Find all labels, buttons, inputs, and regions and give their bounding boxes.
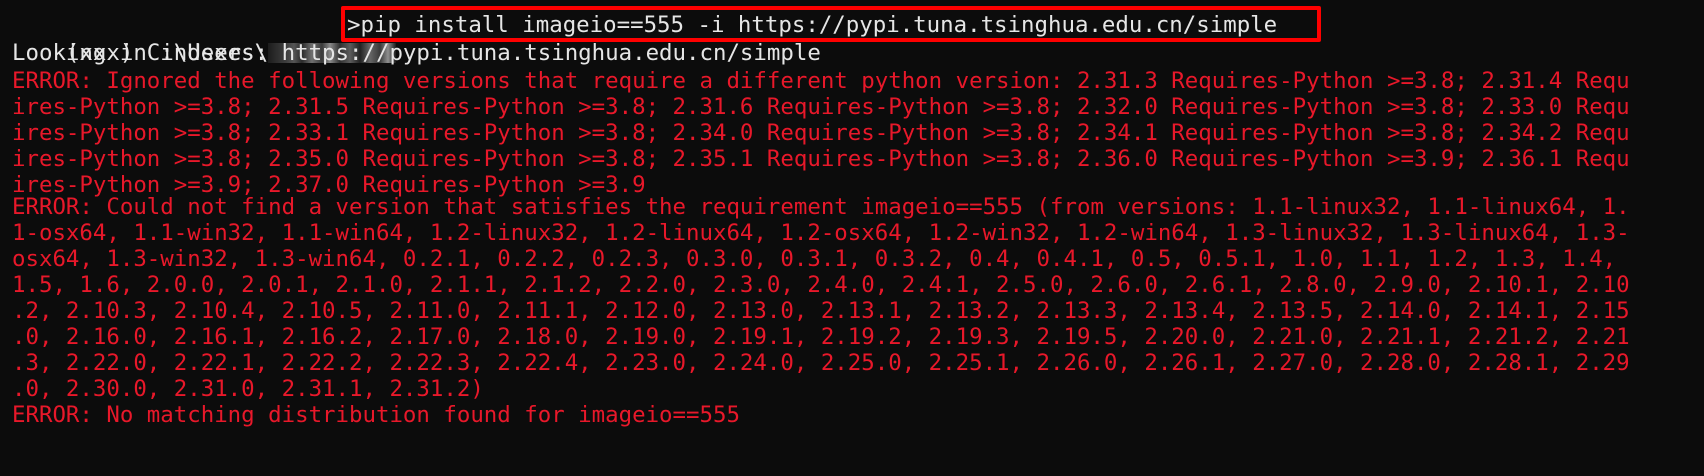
error-line: 1.5, 1.6, 2.0.0, 2.0.1, 2.1.0, 2.1.1, 2.… (12, 272, 1630, 298)
error-line: .0, 2.30.0, 2.31.0, 2.31.1, 2.31.2) (12, 376, 484, 402)
error-line: osx64, 1.3-win32, 1.3-win64, 0.2.1, 0.2.… (12, 246, 1617, 272)
error-line: 1-osx64, 1.1-win32, 1.1-win64, 1.2-linux… (12, 220, 1630, 246)
terminal-window[interactable]: (xxx) C:\Users\ >pip install imageio==55… (0, 0, 1704, 476)
error-line: .0, 2.16.0, 2.16.1, 2.16.2, 2.17.0, 2.18… (12, 324, 1630, 350)
error-line: .3, 2.22.0, 2.22.1, 2.22.2, 2.22.3, 2.22… (12, 350, 1630, 376)
error-line: ERROR: Ignored the following versions th… (12, 68, 1630, 94)
error-line: ires-Python >=3.8; 2.35.0 Requires-Pytho… (12, 146, 1630, 172)
error-line: ERROR: Could not find a version that sat… (12, 194, 1630, 220)
command-highlight-box (341, 6, 1321, 42)
info-line: Looking in indexes: https://pypi.tuna.ts… (12, 40, 821, 66)
command-prompt-line: (xxx) C:\Users\ (12, 11, 397, 66)
error-line: ires-Python >=3.8; 2.31.5 Requires-Pytho… (12, 94, 1630, 120)
error-line: .2, 2.10.3, 2.10.4, 2.10.5, 2.11.0, 2.11… (12, 298, 1630, 324)
error-line: ERROR: No matching distribution found fo… (12, 402, 740, 428)
error-line: ires-Python >=3.8; 2.33.1 Requires-Pytho… (12, 120, 1630, 146)
